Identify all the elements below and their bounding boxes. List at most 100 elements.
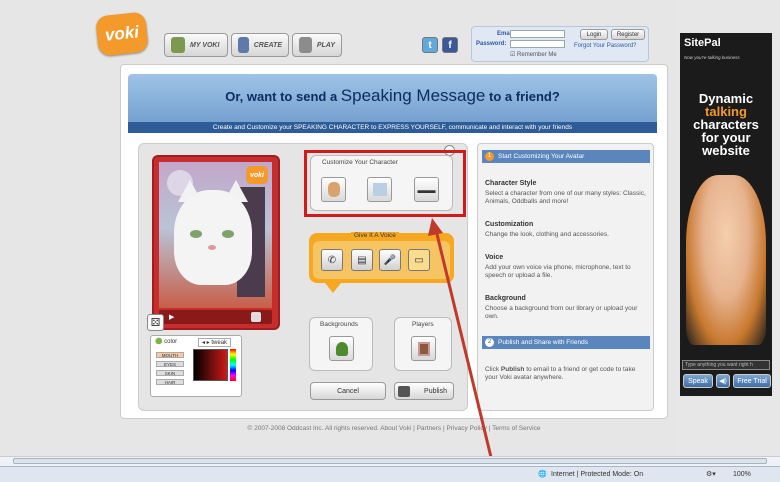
create-icon — [238, 37, 249, 53]
remember-me-checkbox[interactable]: ☑ Remember Me — [510, 51, 557, 58]
hue-slider[interactable] — [230, 349, 236, 381]
part-hair[interactable]: HAIR — [156, 379, 184, 385]
my-voki-label: MY VOKI — [190, 41, 220, 49]
step1-title: Start Customizing Your Avatar — [498, 153, 585, 160]
login-panel: Email: Password: ☑ Remember Me Login Reg… — [471, 26, 649, 62]
play-control-icon[interactable]: ▶ — [169, 313, 174, 321]
protected-mode-icon[interactable]: ⚙▾ — [706, 470, 716, 478]
globe-icon: 🌐 — [538, 471, 547, 478]
publish-info-bold: Publish — [500, 366, 525, 373]
my-voki-button[interactable]: MY VOKI — [164, 33, 228, 57]
color-picker[interactable] — [193, 349, 228, 381]
password-label: Password: — [476, 41, 507, 47]
tab-color-label: color — [164, 339, 178, 345]
voice-section: Give It A Voice ✆ ▤ 🎤 ▭ — [309, 232, 454, 283]
voice-text: Add your own voice via phone, microphone… — [485, 264, 631, 279]
cat-eye-left — [190, 230, 202, 238]
tab-color[interactable]: 🟢 color — [155, 338, 177, 345]
banner-title-post: to a friend? — [489, 89, 560, 104]
cancel-button[interactable]: Cancel — [310, 382, 386, 400]
zoom-level[interactable]: 100% — [733, 471, 751, 478]
facebook-icon[interactable]: f — [442, 37, 458, 53]
tree-icon — [335, 341, 348, 356]
create-button[interactable]: CREATE — [231, 33, 289, 57]
part-skin[interactable]: SKIN — [156, 370, 184, 376]
publish-icon — [398, 386, 410, 397]
step2-title: Publish and Share with Friends — [498, 339, 588, 346]
stage-controls: ▶ — [159, 310, 272, 324]
part-eyes[interactable]: EYES — [156, 361, 184, 367]
remember-label: Remember Me — [517, 52, 557, 58]
step1-header: 1 Start Customizing Your Avatar — [482, 150, 650, 163]
banner-title-pre: Or, want to send a — [225, 89, 338, 104]
banner: Or, want to send a Speaking Message to a… — [128, 74, 657, 133]
ad-audio-icon[interactable]: ◀) — [716, 374, 730, 388]
banner-title-big: Speaking Message — [340, 86, 486, 105]
footer: © 2007-2008 Oddcast Inc. All rights rese… — [247, 425, 541, 432]
voki-logo[interactable]: voki — [95, 11, 149, 57]
ad-brand: SitePal — [684, 37, 721, 49]
create-label: CREATE — [253, 41, 282, 49]
tab-tweak-label: tweak — [211, 340, 228, 346]
players-section: Players — [394, 317, 452, 371]
backgrounds-section: Backgrounds — [309, 317, 373, 371]
user-icon — [171, 37, 185, 53]
password-field[interactable] — [510, 40, 565, 48]
play-label: PLAY — [316, 41, 335, 49]
step1-number: 1 — [485, 152, 494, 161]
customization-title: Customization — [485, 221, 534, 228]
publish-label: Publish — [424, 387, 447, 395]
random-dice-icon[interactable]: ⚄ — [147, 314, 164, 331]
highlight-box — [304, 150, 466, 217]
background-text: Choose a background from our library or … — [485, 305, 638, 320]
publish-button[interactable]: Publish — [394, 382, 454, 400]
volume-icon[interactable] — [251, 312, 261, 322]
voice-bubble-tail — [325, 283, 341, 293]
zone-text: Internet | Protected Mode: On — [551, 471, 644, 478]
phone-icon[interactable]: ✆ — [321, 249, 343, 271]
ad-free-trial-button[interactable]: Free Trial — [733, 374, 771, 388]
players-label: Players — [412, 321, 434, 328]
tab-tweak[interactable]: ◂ ▸ tweak — [198, 338, 232, 347]
ad-speak-button[interactable]: Speak — [683, 374, 713, 388]
player-frame-icon — [417, 341, 430, 356]
backgrounds-label: Backgrounds — [320, 321, 358, 328]
microphone-icon[interactable]: 🎤 — [379, 249, 401, 271]
cat-nose — [208, 245, 216, 250]
step2-number: 2 — [485, 338, 494, 347]
step2-header: 2 Publish and Share with Friends — [482, 336, 650, 349]
cat-avatar — [174, 190, 252, 285]
play-icon — [299, 37, 312, 53]
register-button[interactable]: Register — [611, 29, 645, 40]
login-button[interactable]: Login — [580, 29, 608, 40]
voice-label: Give It A Voice — [351, 232, 399, 239]
players-button[interactable] — [411, 336, 436, 361]
background-title: Background — [485, 295, 526, 302]
ad-headline: Dynamic talking characters for your webs… — [680, 92, 772, 157]
status-bar: 🌐 Internet | Protected Mode: On ⚙▾ 100% — [0, 466, 780, 482]
ad-headline-5: website — [702, 143, 750, 158]
ad-tagline: Now you're talking business — [684, 55, 740, 60]
ad-text-input[interactable]: Type anything you want right h — [682, 360, 770, 370]
publish-info-pre: Click — [485, 366, 500, 373]
character-style-text: Select a character from one of our many … — [485, 190, 646, 205]
character-style-title: Character Style — [485, 180, 537, 187]
text-to-speech-icon[interactable]: ▤ — [351, 249, 373, 271]
voice-tiles: ✆ ▤ 🎤 ▭ — [313, 241, 450, 279]
banner-subtitle: Create and Customize your SPEAKING CHARA… — [128, 122, 657, 133]
banner-title: Or, want to send a Speaking Message to a… — [128, 86, 657, 106]
backgrounds-button[interactable] — [329, 336, 354, 361]
twitter-icon[interactable]: t — [422, 37, 438, 53]
cat-eye-right — [222, 230, 234, 238]
voice-title: Voice — [485, 254, 504, 261]
stage-voki-logo: voki — [246, 166, 268, 184]
customization-text: Change the look, clothing and accessorie… — [485, 231, 609, 238]
scrollbar-thumb[interactable] — [13, 458, 767, 464]
forgot-password-link[interactable]: Forgot Your Password? — [574, 43, 636, 49]
part-mouth[interactable]: MOUTH — [156, 352, 184, 358]
upload-folder-icon[interactable]: ▭ — [408, 249, 430, 271]
email-field[interactable] — [510, 30, 565, 38]
play-button[interactable]: PLAY — [292, 33, 342, 57]
publish-info-text: Click Publish to email to a friend or ge… — [485, 366, 647, 382]
ad-avatar-image — [686, 175, 766, 345]
